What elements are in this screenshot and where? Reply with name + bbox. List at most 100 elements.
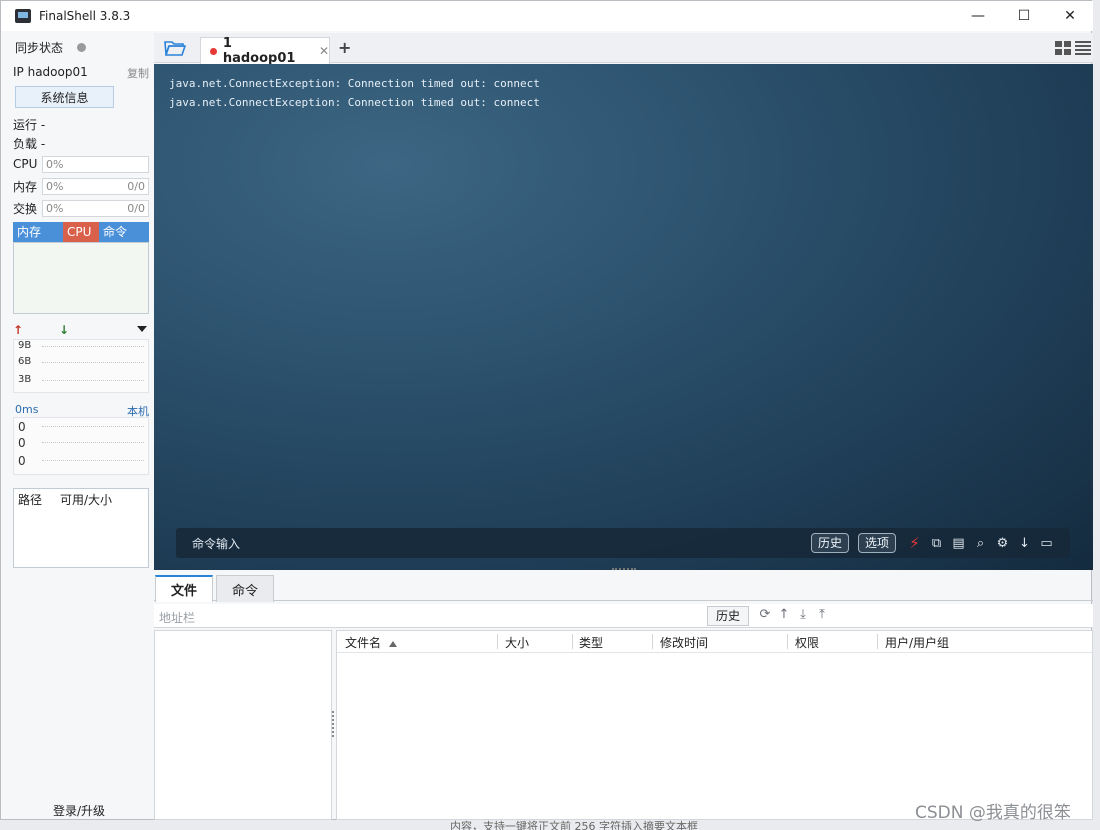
options-button[interactable]: 选项 [858, 533, 897, 553]
address-history-button[interactable]: 历史 [707, 606, 749, 626]
network-dropdown-icon[interactable] [137, 326, 147, 332]
grid-line [42, 346, 144, 347]
meter-value: 0% [46, 201, 64, 215]
login-upgrade-link[interactable]: 登录/升级 [53, 802, 105, 819]
tab-commands[interactable]: 命令 [216, 575, 274, 602]
app-icon [15, 9, 31, 23]
meter-extra: 0/0 [127, 201, 145, 215]
address-input[interactable]: 地址栏 [159, 609, 195, 626]
process-tabs: 内存 CPU 命令 [13, 222, 149, 242]
minimize-button[interactable]: — [955, 1, 1001, 31]
meter-bar: 0% 0/0 [42, 199, 149, 217]
uptime-label: 运行 - [13, 118, 46, 132]
copy-ip-link[interactable]: 复制 [127, 65, 149, 81]
sidebar: 同步状态 IP hadoop01 复制 系统信息 运行 - 负载 - CPU 0… [9, 33, 151, 819]
sync-status-icon [77, 43, 87, 52]
grid-line [42, 442, 144, 443]
swap-meter: 交换 0% 0/0 [13, 199, 149, 217]
command-input-bar: 命令输入 历史 选项 ⚡ ⧉ ▤ ⌕ ⚙ ↓ ▭ [176, 528, 1070, 558]
column-owner[interactable]: 用户/用户组 [885, 634, 949, 651]
maximize-button[interactable]: ☐ [1001, 1, 1047, 31]
search-icon[interactable]: ⌕ [972, 535, 989, 552]
grid-view-icon[interactable] [1055, 41, 1071, 55]
terminal[interactable]: java.net.ConnectException: Connection ti… [154, 64, 1093, 570]
disk-col-path[interactable]: 路径 [18, 491, 42, 508]
terminal-line: java.net.ConnectException: Connection ti… [169, 77, 540, 90]
command-input[interactable]: 命令输入 [192, 535, 240, 552]
disconnected-status-icon [210, 47, 217, 55]
column-modified[interactable]: 修改时间 [660, 634, 708, 651]
add-tab-button[interactable]: + [338, 38, 351, 57]
column-filename[interactable]: 文件名 [345, 634, 398, 651]
horizontal-splitter[interactable] [612, 568, 636, 572]
ip-label: IP hadoop01 [13, 65, 88, 79]
refresh-icon[interactable]: ⟳ [758, 607, 772, 623]
finalshell-window: FinalShell 3.8.3 — ☐ ✕ 同步状态 IP hadoop01 … [0, 0, 1094, 820]
close-button[interactable]: ✕ [1047, 1, 1093, 31]
grid-line [42, 460, 144, 461]
disk-table-header: 路径 可用/大小 [14, 489, 148, 510]
column-permissions[interactable]: 权限 [795, 634, 819, 651]
tab-hadoop01[interactable]: 1 hadoop01 ✕ [200, 36, 330, 66]
file-list-header: 文件名 大小 类型 修改时间 权限 用户/用户组 [337, 631, 1094, 653]
meter-value: 0% [46, 179, 64, 193]
copy-icon[interactable]: ⧉ [928, 535, 945, 552]
view-toggle [1055, 41, 1091, 55]
gear-icon[interactable]: ⚙ [994, 535, 1011, 552]
network-graph: 9B 6B 3B [13, 339, 149, 393]
bottom-tab-bar: 文件 命令 [154, 573, 1093, 602]
process-tab-cpu[interactable]: CPU [63, 222, 99, 242]
arrow-down-icon[interactable]: ↓ [1016, 535, 1033, 552]
column-type[interactable]: 类型 [579, 634, 603, 651]
session-tab-bar: 1 hadoop01 ✕ + [154, 33, 1093, 66]
sync-status: 同步状态 [15, 39, 87, 56]
load-label: 负载 - [13, 137, 46, 151]
tab-close-icon[interactable]: ✕ [319, 44, 329, 58]
column-size[interactable]: 大小 [505, 634, 529, 651]
column-divider[interactable] [877, 634, 878, 649]
file-list[interactable]: 文件名 大小 类型 修改时间 权限 用户/用户组 [336, 630, 1094, 820]
process-tab-memory[interactable]: 内存 [13, 222, 63, 242]
meter-label: CPU [13, 157, 38, 171]
column-divider[interactable] [787, 634, 788, 649]
list-view-icon[interactable] [1075, 41, 1091, 55]
download-arrow-icon: ↓ [59, 323, 70, 337]
cpu-meter: CPU 0% [13, 155, 149, 173]
process-list [13, 242, 149, 314]
meter-bar: 0% 0/0 [42, 177, 149, 195]
net-tick: 6B [18, 356, 32, 367]
system-info-button[interactable]: 系统信息 [15, 86, 114, 108]
column-divider[interactable] [497, 634, 498, 649]
net-tick: 3B [18, 374, 32, 385]
meter-extra: 0/0 [127, 179, 145, 193]
maximize-icon[interactable]: ▭ [1038, 535, 1055, 552]
vertical-splitter[interactable] [332, 711, 335, 737]
column-label: 文件名 [345, 636, 382, 650]
lightning-icon[interactable]: ⚡ [906, 534, 923, 552]
upload-icon[interactable]: ⤒ [815, 607, 829, 623]
process-tab-command[interactable]: 命令 [99, 222, 149, 242]
watermark: CSDN @我真的很笨 [915, 803, 1071, 823]
title-bar: FinalShell 3.8.3 — ☐ ✕ [1, 1, 1093, 31]
disk-col-size[interactable]: 可用/大小 [60, 491, 112, 508]
background-app-strip [1092, 0, 1100, 830]
tab-files[interactable]: 文件 [155, 575, 213, 602]
paste-icon[interactable]: ▤ [950, 535, 967, 552]
parent-dir-icon[interactable]: ↑ [777, 607, 791, 623]
meter-bar: 0% [42, 155, 149, 173]
ping-tick: 0 [18, 454, 26, 468]
tab-label: 1 hadoop01 [222, 36, 296, 66]
memory-meter: 内存 0% 0/0 [13, 177, 149, 195]
folder-open-icon[interactable] [164, 40, 186, 56]
net-tick: 9B [18, 340, 32, 351]
upload-arrow-icon: ↑ [13, 323, 24, 337]
download-icon[interactable]: ⤓ [796, 607, 810, 623]
disk-table: 路径 可用/大小 [13, 488, 149, 568]
history-button[interactable]: 历史 [811, 533, 850, 553]
ping-graph: 0 0 0 [13, 417, 149, 475]
meter-label: 交换 [13, 201, 38, 216]
column-divider[interactable] [652, 634, 653, 649]
address-bar: 地址栏 历史 ⟳ ↑ ⤓ ⤒ [154, 604, 1093, 628]
column-divider[interactable] [572, 634, 573, 649]
directory-tree[interactable] [154, 630, 332, 820]
